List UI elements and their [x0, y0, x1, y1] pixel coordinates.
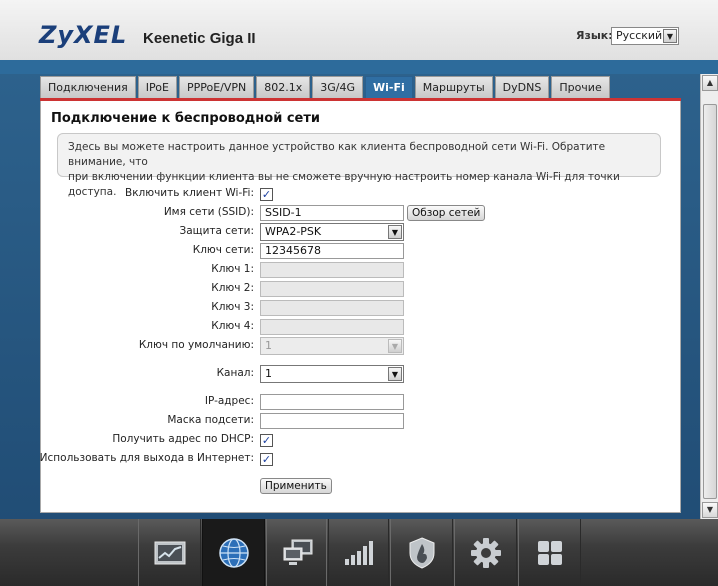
internet-globe-icon [218, 537, 249, 568]
scroll-thumb[interactable] [703, 104, 717, 499]
app-window: ZyXEL Keenetic Giga II Язык: Русский ▼ П… [0, 0, 718, 586]
tab-connections[interactable]: Подключения [40, 76, 136, 98]
subnet-mask-label: Маска подсети: [167, 414, 254, 426]
wifi-signal-icon [344, 540, 373, 565]
dock-system-button[interactable] [454, 519, 517, 586]
system-gear-icon [470, 537, 501, 568]
apps-grid-icon [537, 540, 562, 565]
key1-input[interactable] [260, 262, 404, 278]
apply-button[interactable]: Применить [260, 478, 332, 494]
language-value: Русский [616, 29, 663, 42]
channel-label: Канал: [216, 367, 254, 379]
channel-value: 1 [265, 367, 272, 380]
tab-routes[interactable]: Маршруты [414, 76, 493, 98]
dock-monitor-button[interactable] [138, 519, 201, 586]
dock-apps-button[interactable] [518, 519, 581, 586]
tab-bar: Подключения IPoE PPPoE/VPN 802.1x 3G/4G … [40, 76, 612, 98]
chevron-down-icon: ▼ [388, 339, 402, 353]
tab-ipoe[interactable]: IPoE [137, 76, 177, 98]
tab-802-1x[interactable]: 802.1x [256, 76, 311, 98]
ip-address-label: IP-адрес: [204, 395, 254, 407]
key4-input[interactable] [260, 319, 404, 335]
checkmark-icon: ✓ [261, 453, 272, 466]
chevron-down-icon: ▼ [663, 29, 677, 43]
dock-home-network-button[interactable] [266, 519, 329, 586]
dhcp-checkbox[interactable]: ✓ [260, 434, 273, 447]
tab-wifi[interactable]: Wi-Fi [365, 76, 413, 98]
default-key-label: Ключ по умолчанию: [138, 339, 254, 351]
page-title: Подключение к беспроводной сети [51, 111, 321, 126]
header-band [0, 60, 718, 74]
tab-pppoe-vpn[interactable]: PPPoE/VPN [178, 76, 255, 98]
security-shield-icon [409, 536, 434, 569]
scan-networks-button[interactable]: Обзор сетей [407, 205, 486, 221]
enable-client-checkbox[interactable]: ✓ [260, 188, 273, 201]
ssid-input[interactable]: SSID-1 [260, 205, 404, 221]
security-label: Защита сети: [179, 225, 254, 237]
checkmark-icon: ✓ [261, 188, 272, 201]
enable-client-label: Включить клиент Wi-Fi: [124, 187, 254, 199]
info-box: Здесь вы можете настроить данное устройс… [57, 133, 661, 198]
monitor-icon [154, 541, 185, 564]
product-name: Keenetic Giga II [143, 30, 256, 47]
language-label: Язык: [576, 29, 613, 42]
default-key-select[interactable]: 1 ▼ [260, 337, 404, 355]
key2-label: Ключ 2: [211, 282, 254, 294]
subnet-mask-input[interactable] [260, 413, 404, 429]
security-select[interactable]: WPA2-PSK ▼ [260, 223, 404, 241]
channel-select[interactable]: 1 ▼ [260, 365, 404, 383]
chevron-down-icon: ▼ [388, 225, 402, 239]
network-key-label: Ключ сети: [192, 244, 254, 256]
tab-dydns[interactable]: DyDNS [494, 76, 550, 98]
ssid-label: Имя сети (SSID): [163, 206, 254, 218]
network-key-input[interactable]: 12345678 [260, 243, 404, 259]
key4-label: Ключ 4: [211, 320, 254, 332]
scroll-up-icon[interactable]: ▲ [702, 75, 718, 91]
tab-3g-4g[interactable]: 3G/4G [312, 76, 364, 98]
scrollbar[interactable]: ▲ ▼ [700, 74, 718, 519]
dock-security-button[interactable] [390, 519, 453, 586]
scroll-down-icon[interactable]: ▼ [702, 502, 718, 518]
ip-address-input[interactable] [260, 394, 404, 410]
internet-checkbox[interactable]: ✓ [260, 453, 273, 466]
home-network-icon [283, 539, 312, 565]
checkmark-icon: ✓ [261, 434, 272, 447]
default-key-value: 1 [265, 339, 272, 352]
key1-label: Ключ 1: [211, 263, 254, 275]
tab-other[interactable]: Прочие [551, 76, 610, 98]
key3-label: Ключ 3: [211, 301, 254, 313]
dock-internet-button[interactable] [202, 519, 265, 586]
zyxel-logo: ZyXEL [39, 21, 128, 49]
key3-input[interactable] [260, 300, 404, 316]
dock-wifi-button[interactable] [326, 519, 389, 586]
internet-label: Использовать для выхода в Интернет: [39, 452, 254, 464]
dhcp-label: Получить адрес по DHCP: [112, 433, 254, 445]
chevron-down-icon: ▼ [388, 367, 402, 381]
info-text-line-1: Здесь вы можете настроить данное устройс… [68, 141, 606, 168]
security-value: WPA2-PSK [265, 225, 322, 238]
key2-input[interactable] [260, 281, 404, 297]
language-select[interactable]: Русский ▼ [611, 27, 679, 45]
content-panel: Подключение к беспроводной сети Здесь вы… [40, 101, 681, 513]
bottom-dock [0, 519, 718, 586]
